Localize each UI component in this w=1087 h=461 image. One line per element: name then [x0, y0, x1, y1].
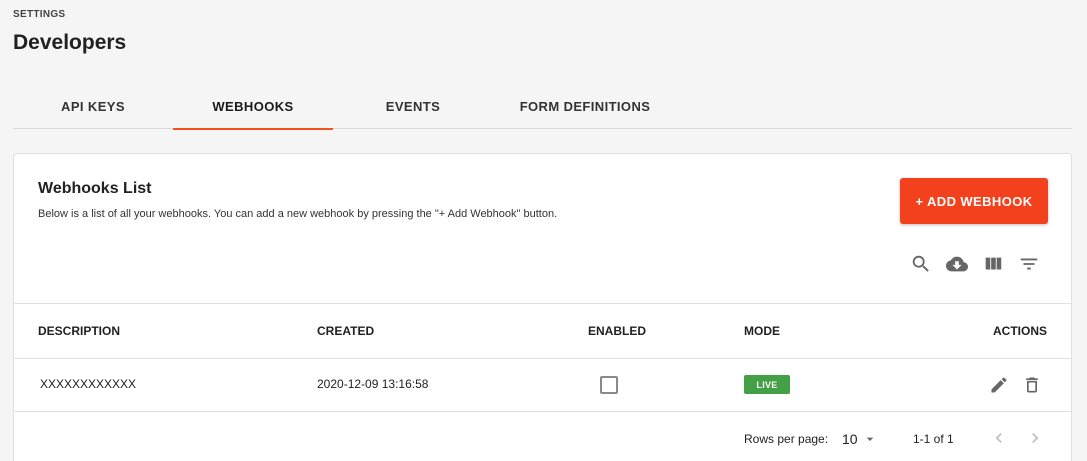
tab-form-definitions[interactable]: FORM DEFINITIONS: [493, 84, 677, 129]
card-title: Webhooks List: [38, 180, 152, 197]
rows-per-page-value: 10: [842, 431, 858, 447]
edit-icon[interactable]: [988, 374, 1010, 396]
delete-icon[interactable]: [1021, 374, 1043, 396]
mode-badge: LIVE: [744, 375, 790, 394]
next-page-button[interactable]: [1023, 426, 1047, 450]
tab-webhooks[interactable]: WEBHOOKS: [173, 84, 333, 130]
column-header-description[interactable]: DESCRIPTION: [38, 324, 120, 338]
cell-description: XXXXXXXXXXXX: [40, 377, 137, 391]
filter-list-icon[interactable]: [1017, 252, 1041, 276]
previous-page-button[interactable]: [987, 426, 1011, 450]
add-webhook-button[interactable]: + ADD WEBHOOK: [900, 178, 1048, 224]
column-header-mode[interactable]: MODE: [744, 324, 780, 338]
column-header-actions: ACTIONS: [993, 324, 1047, 338]
tab-bar: API KEYS WEBHOOKS EVENTS FORM DEFINITION…: [13, 84, 1072, 130]
chevron-right-icon: [1032, 433, 1039, 443]
tab-api-keys[interactable]: API KEYS: [13, 84, 173, 129]
pagination: Rows per page: 10 1-1 of 1: [14, 412, 1071, 461]
column-header-created[interactable]: CREATED: [317, 324, 374, 338]
view-columns-icon[interactable]: [981, 252, 1005, 276]
cloud-download-icon[interactable]: [945, 252, 969, 276]
tab-events[interactable]: EVENTS: [333, 84, 493, 129]
page-range-label: 1-1 of 1: [913, 432, 954, 446]
cell-created: 2020-12-09 13:16:58: [317, 377, 429, 391]
section-label: SETTINGS: [13, 9, 66, 20]
webhooks-card: Webhooks List Below is a list of all you…: [13, 153, 1072, 461]
column-header-enabled[interactable]: ENABLED: [588, 324, 646, 338]
rows-per-page-select[interactable]: 10: [842, 428, 880, 450]
card-subtitle: Below is a list of all your webhooks. Yo…: [38, 208, 558, 220]
rows-per-page-label: Rows per page:: [744, 432, 829, 446]
search-icon[interactable]: [909, 252, 933, 276]
table-row[interactable]: XXXXXXXXXXXX 2020-12-09 13:16:58 LIVE: [14, 359, 1071, 412]
page-title: Developers: [13, 31, 127, 54]
chevron-left-icon: [995, 433, 1002, 443]
table-header: DESCRIPTION CREATED ENABLED MODE ACTIONS: [14, 303, 1071, 359]
enabled-checkbox[interactable]: [600, 376, 618, 394]
dropdown-arrow-icon: [866, 437, 873, 441]
